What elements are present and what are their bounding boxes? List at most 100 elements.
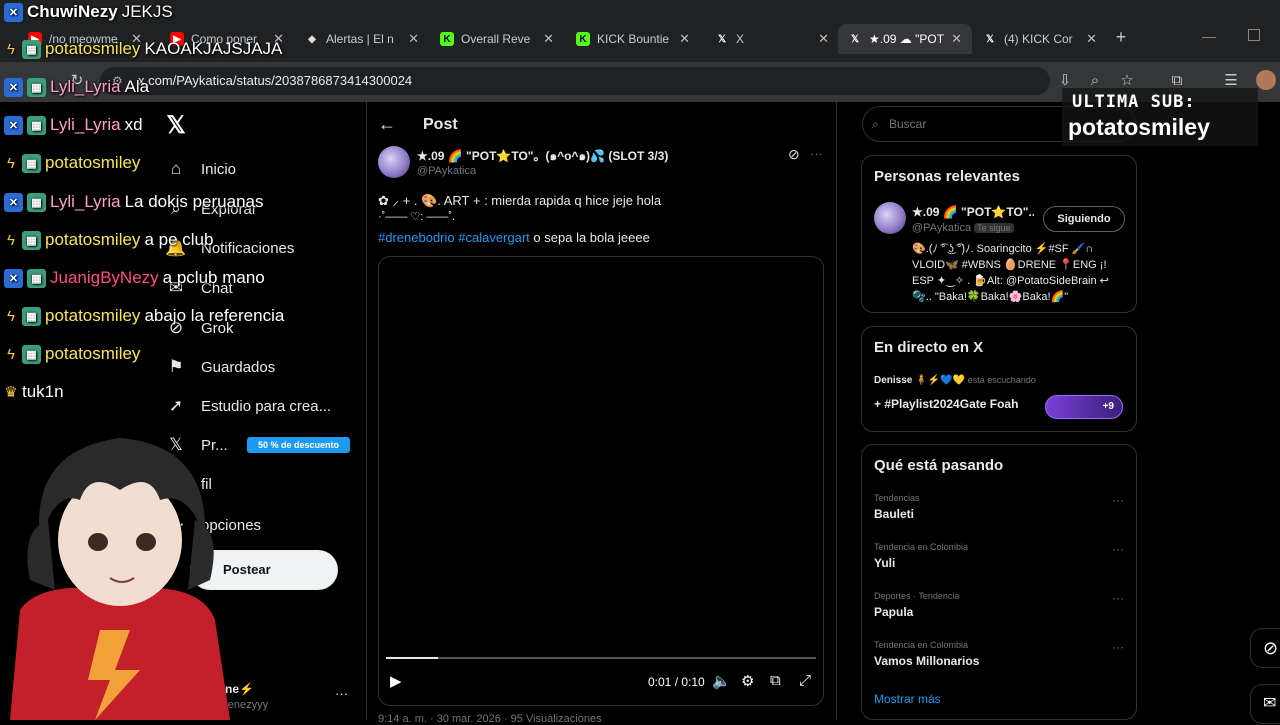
chat-line-top: ✕ ChuwiNezy JEKJS [4,0,173,24]
messages-float-button[interactable]: ✉ [1250,684,1280,724]
close-icon[interactable]: ✕ [818,31,829,47]
trend-item[interactable]: Tendencias Bauleti ··· [874,493,1124,533]
author-avatar[interactable] [378,146,410,178]
close-icon[interactable]: ✕ [408,31,419,47]
follows-you-badge: Te sigue [974,223,1014,233]
browser-tab[interactable]: 𝕏 ★.09 ☁ "POT ✕ [838,24,972,54]
tab-label: Overall Reve [461,32,531,46]
hashtag-link[interactable]: #drenebodrio [378,230,455,245]
volume-icon[interactable]: 🔈 [712,672,731,690]
profile-avatar[interactable] [1256,70,1276,90]
badge-icon: ✕ [4,2,23,22]
video-player[interactable] [378,256,824,706]
post-tail-text: o sepa la bola jeeee [533,230,650,245]
browser-tab[interactable]: ◆ Alertas | El n ✕ [295,24,429,54]
author-handle[interactable]: @PAykatica [417,165,476,177]
browser-tab[interactable]: K KICK Bountie ✕ [566,24,700,54]
rocket-icon: ➚ [168,396,184,415]
bolt-icon: ϟ [7,40,15,58]
settings-icon[interactable]: ⚙ [741,672,754,690]
badge-icon: ▦ [22,230,41,250]
url-text: x.com/PAykatica/status/20387868734143000… [138,73,413,88]
trend-meta: Tendencia en Colombia [874,640,969,650]
play-icon[interactable]: ▶ [390,672,402,690]
listening-label: está escuchando [967,375,1036,385]
trend-more-icon[interactable]: ··· [1112,542,1124,556]
x-logo-icon[interactable]: 𝕏 [163,113,189,139]
tab-label: X [736,32,745,46]
grok-float-button[interactable]: ⊘ [1250,628,1280,668]
close-icon[interactable]: ✕ [679,31,690,47]
trend-more-icon[interactable]: ··· [1112,591,1124,605]
close-icon[interactable]: ✕ [1086,31,1097,47]
hashtag-link[interactable]: #calavergart [458,230,530,245]
close-icon[interactable]: ✕ [543,31,554,47]
post-more-icon[interactable]: ··· [810,146,823,161]
trend-item[interactable]: Tendencia en Colombia Yuli ··· [874,542,1124,582]
post-text-line-3: #drenebodrio #calavergart o sepa la bola… [378,230,650,245]
badge-icon: ▦ [27,115,46,135]
nav-item[interactable]: ⌂ Inicio [165,155,236,183]
badge-icon: ▦ [27,77,46,97]
minimize-icon[interactable]: — [1202,28,1216,46]
relevant-bio: 🎨.(ﾉ ͡° ͜ʖ ͡°)ﾉ. Soaringcito ⚡#SF 🖌️∩ VL… [912,243,1109,303]
chat-line: ✕ ▦ JuanigByNezy a pclub mano [4,266,265,290]
chat-line: ϟ ▦ potatosmiley KAOAKJAJSJAJA [4,37,282,61]
tab-label: KICK Bountie [597,32,670,46]
post-meta: 9:14 a. m. · 30 mar. 2026 · 95 Visualiza… [378,713,602,725]
browser-tab[interactable]: 𝕏 (4) KICK Cor ✕ [973,24,1107,54]
trend-name: Vamos Millonarios [874,654,980,668]
trending-card: Qué está pasando Tendencias Bauleti ··· Ten… [861,444,1137,720]
trend-more-icon[interactable]: ··· [1112,493,1124,507]
nav-item-label: Notificaciones [201,239,295,257]
chat-message: KAOAKJAJSJAJA [144,39,283,58]
following-button[interactable]: Siguiendo [1043,206,1125,232]
badge-icon: ▦ [27,268,46,288]
new-tab-button[interactable]: + [1112,28,1130,46]
browser-tab[interactable]: K Overall Reve ✕ [430,24,564,54]
trend-name: Papula [874,605,914,619]
live-space-title[interactable]: + #Playlist2024Gate Foah [874,397,1018,411]
tab-label: ★.09 ☁ "POT [869,32,945,46]
trend-item[interactable]: Deportes · Tendencia Papula ··· [874,591,1124,631]
trend-item[interactable]: Tendencia en Colombia Vamos Millonarios ··… [874,640,1124,680]
restore-icon[interactable] [1248,29,1260,41]
nav-item[interactable]: ⚑ Guardados [165,353,275,381]
show-more-link[interactable]: Mostrar más [874,692,941,706]
nav-item-label: Estudio para crea... [201,397,332,415]
back-arrow-icon[interactable]: ← [378,114,396,135]
last-sub-title: ULTIMA SUB: [1072,92,1196,112]
tab-label: Alertas | El n [326,32,394,46]
badge-icon: ✕ [4,192,23,212]
crown-icon: ♛ [4,384,18,401]
trend-more-icon[interactable]: ··· [1112,640,1124,654]
more-icon[interactable]: ··· [335,686,348,701]
video-progress-track[interactable] [386,657,816,659]
relevant-avatar[interactable] [874,202,906,234]
chat-line: ϟ ▦ potatosmiley abajo la referencia [4,304,284,328]
premium-discount-badge: 50 % de descuento [247,437,350,453]
grok-icon[interactable]: ⊘ [788,146,800,163]
chat-line: ✕ ▦ Lyli_Lyria La dokis peruanas [4,190,264,214]
fullscreen-icon[interactable]: ⤢ [799,672,811,689]
trend-meta: Deportes · Tendencia [874,591,960,601]
nav-item[interactable]: ➚ Estudio para crea... [165,392,331,420]
close-icon[interactable]: ✕ [951,31,962,47]
live-host[interactable]: Denisse 🧍⚡💙💛 [874,375,965,386]
post-text-line-2: ·˚—— ♡: ——˚. [378,211,456,223]
relevant-people-card: Personas relevantes ★.09 🌈 "POT⭐TO"... @… [861,155,1137,313]
chat-message: La dokis peruanas [124,192,264,211]
chat-message: a pe club [144,230,214,249]
video-time: 0:01 / 0:10 [648,675,705,689]
relevant-name[interactable]: ★.09 🌈 "POT⭐TO"... [912,205,1034,219]
pip-icon[interactable]: ⧉ [770,672,781,689]
url-field[interactable]: ⚙ x.com/PAykatica/status/203878687341430… [100,67,1050,95]
chat-username: potatosmiley [45,230,141,249]
browser-tab[interactable]: 𝕏 X ✕ [705,24,839,54]
post-text-line-1: ✿ ⸝ + . 🎨. ART + : mierda rapida q hice … [378,193,662,208]
chat-username: Lyli_Lyria [50,77,121,96]
live-listeners-pill[interactable]: +9 [1045,395,1123,419]
author-name[interactable]: ★.09 🌈 "POT⭐TO"。(๑^o^๑)💦 (SLOT 3/3) [417,147,777,166]
column-divider-left [366,102,367,720]
badge-icon: ▦ [27,192,46,212]
